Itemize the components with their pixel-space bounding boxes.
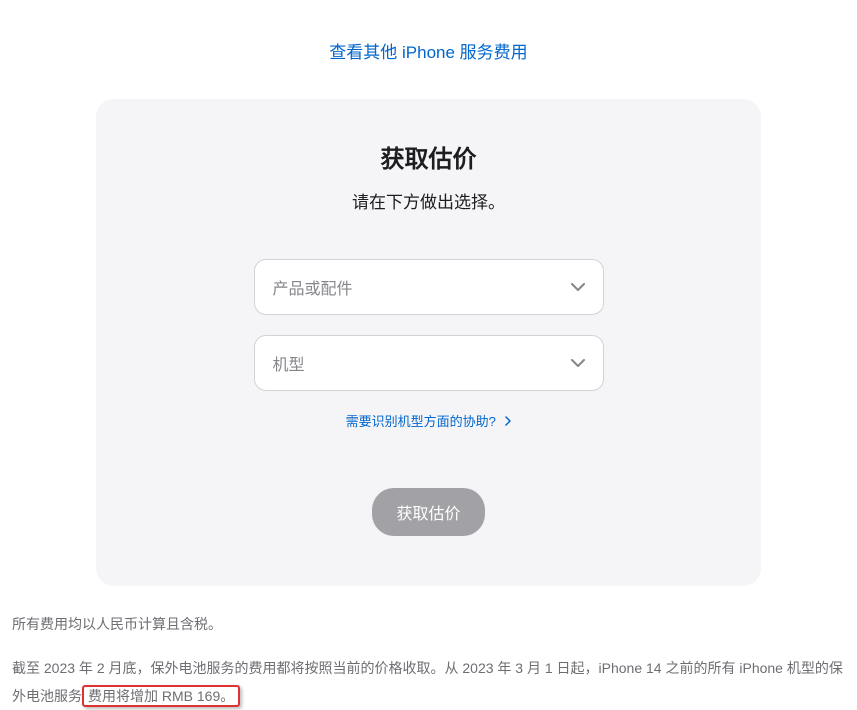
product-select[interactable]: 产品或配件 bbox=[254, 259, 604, 315]
footer-line-2: 截至 2023 年 2 月底，保外电池服务的费用都将按照当前的价格收取。从 20… bbox=[12, 654, 845, 710]
price-increase-highlight: 费用将增加 RMB 169。 bbox=[82, 685, 240, 707]
product-select-placeholder: 产品或配件 bbox=[273, 275, 571, 299]
card-title: 获取估价 bbox=[146, 139, 711, 174]
footer-notes: 所有费用均以人民币计算且含税。 截至 2023 年 2 月底，保外电池服务的费用… bbox=[0, 610, 857, 710]
model-select-placeholder: 机型 bbox=[273, 351, 571, 375]
footer-line-1: 所有费用均以人民币计算且含税。 bbox=[12, 610, 845, 638]
help-link-text: 需要识别机型方面的协助? bbox=[346, 414, 496, 429]
estimate-card: 获取估价 请在下方做出选择。 产品或配件 机型 需要识别机型方面的协助? 获取估… bbox=[96, 99, 761, 586]
get-estimate-button[interactable]: 获取估价 bbox=[372, 488, 484, 536]
card-subtitle: 请在下方做出选择。 bbox=[146, 188, 711, 213]
chevron-right-icon bbox=[505, 414, 511, 429]
chevron-down-icon bbox=[571, 278, 585, 296]
view-other-fees-link[interactable]: 查看其他 iPhone 服务费用 bbox=[0, 0, 857, 63]
identify-model-help-link[interactable]: 需要识别机型方面的协助? bbox=[146, 411, 711, 430]
chevron-down-icon bbox=[571, 354, 585, 372]
model-select[interactable]: 机型 bbox=[254, 335, 604, 391]
